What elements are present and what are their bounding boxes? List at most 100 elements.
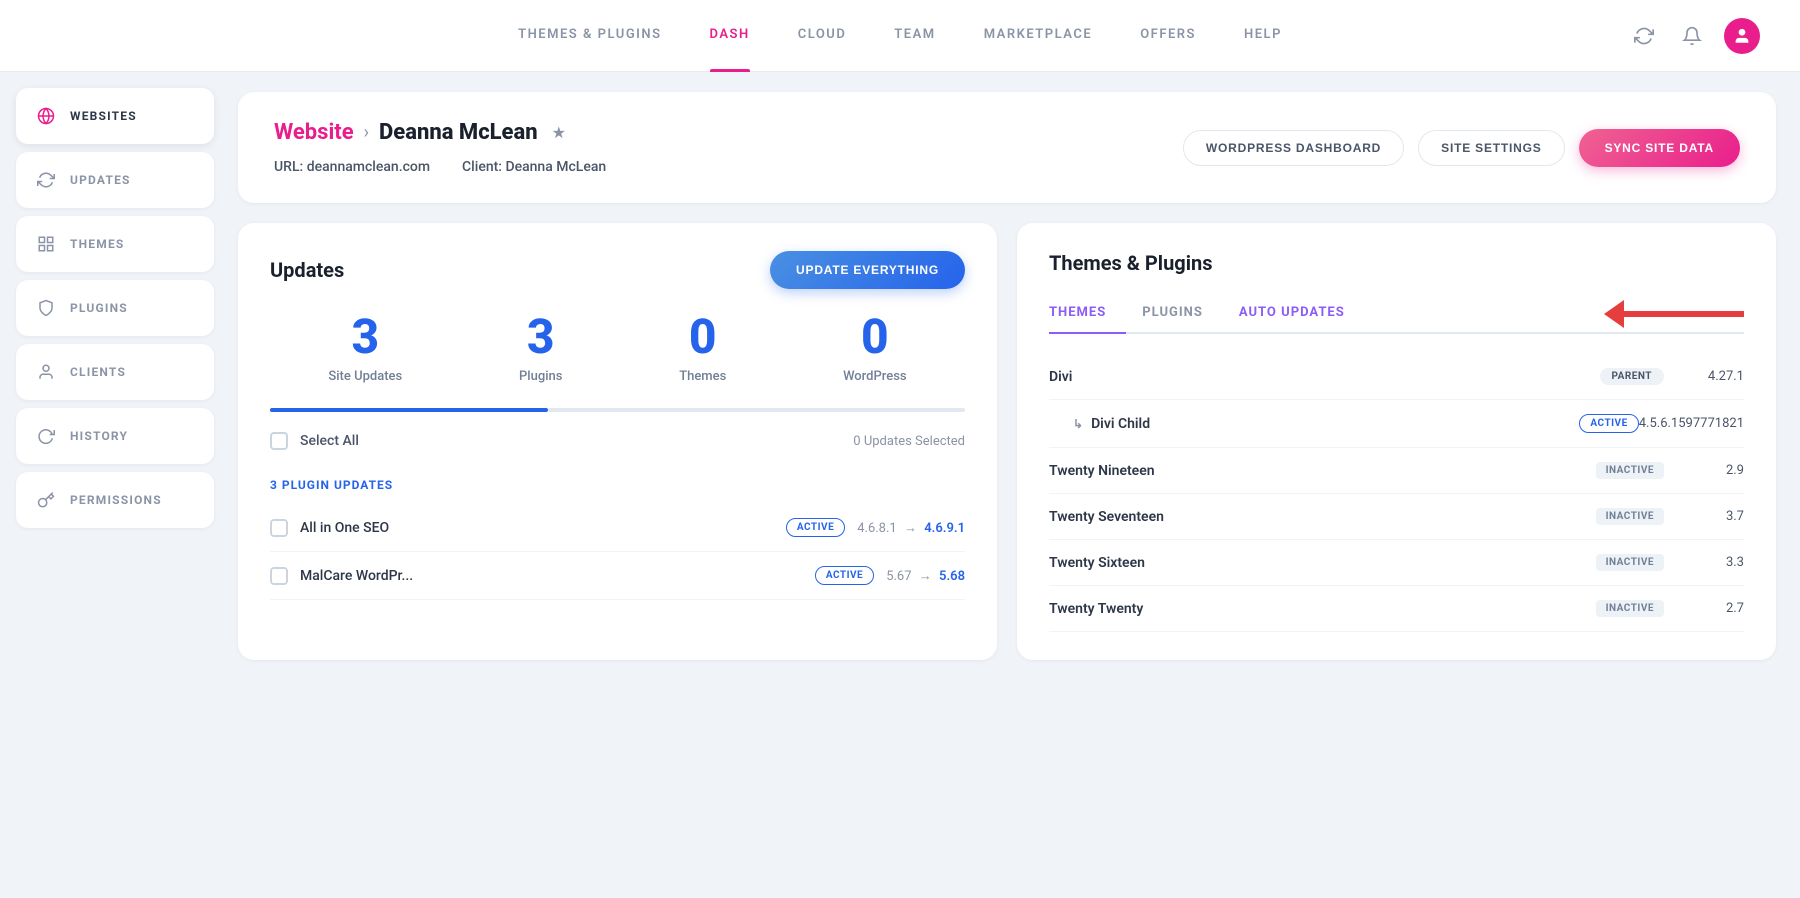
plugin-row-0: All in One SEO ACTIVE 4.6.8.1 → 4.6.9.1 [270, 504, 965, 552]
sidebar-item-websites[interactable]: WEBSITES [16, 88, 214, 144]
sync-site-data-button[interactable]: SYNC SITE DATA [1579, 129, 1740, 167]
page-header-right: WORDPRESS DASHBOARD SITE SETTINGS SYNC S… [1183, 129, 1740, 167]
sidebar-item-updates[interactable]: UPDATES [16, 152, 214, 208]
version-from-1: 5.67 [886, 569, 911, 584]
sidebar-item-clients[interactable]: CLIENTS [16, 344, 214, 400]
updates-count: 0 Updates Selected [853, 434, 965, 449]
version-to-1: 5.68 [939, 569, 965, 584]
theme-row-twenty-seventeen: Twenty Seventeen INACTIVE 3.7 [1049, 494, 1744, 540]
sidebar-item-plugins[interactable]: PLUGINS [16, 280, 214, 336]
client-meta: Client: Deanna McLean [462, 159, 606, 175]
theme-version-divi: 4.27.1 [1664, 369, 1744, 384]
notification-icon[interactable] [1676, 20, 1708, 52]
plugin-badge-1: ACTIVE [815, 566, 874, 585]
user-avatar[interactable] [1724, 18, 1760, 54]
update-everything-button[interactable]: UPDATE EVERYTHING [770, 251, 965, 289]
version-from-0: 4.6.8.1 [857, 521, 897, 536]
breadcrumb-current-page: Deanna McLean [379, 120, 538, 145]
breadcrumb-separator: › [364, 122, 369, 143]
nav-themes-plugins[interactable]: THEMES & PLUGINS [518, 0, 661, 71]
sidebar-label-plugins: PLUGINS [70, 301, 128, 315]
plugin-name-0: All in One SEO [300, 520, 774, 536]
tab-plugins[interactable]: PLUGINS [1142, 295, 1223, 332]
sidebar-label-themes: THEMES [70, 237, 125, 251]
progress-bar [270, 408, 965, 412]
nav-right [1628, 18, 1760, 54]
content-area: Website › Deanna McLean ★ URL: deannamcl… [230, 72, 1800, 848]
theme-name-divi-child: ↳ Divi Child [1049, 416, 1579, 432]
theme-badge-twenty-twenty: INACTIVE [1596, 600, 1664, 617]
version-arrow-1: → [919, 569, 935, 584]
theme-row-twenty-twenty: Twenty Twenty INACTIVE 2.7 [1049, 586, 1744, 632]
plugin-version-0: 4.6.8.1 → 4.6.9.1 [857, 520, 965, 536]
select-all-checkbox[interactable] [270, 432, 288, 450]
progress-fill [270, 408, 548, 412]
main-layout: WEBSITES UPDATES THEMES [0, 72, 1800, 848]
sidebar-item-permissions[interactable]: PERMISSIONS [16, 472, 214, 528]
sidebar-label-updates: UPDATES [70, 173, 131, 187]
sidebar-item-history[interactable]: HISTORY [16, 408, 214, 464]
red-arrow-indicator [1606, 300, 1744, 328]
select-all-left: Select All [270, 432, 359, 450]
nav-cloud[interactable]: CLOUD [798, 0, 847, 71]
stat-number-plugins: 3 [519, 313, 562, 361]
version-to-0: 4.6.9.1 [924, 521, 965, 536]
nav-offers[interactable]: OFFERS [1140, 0, 1196, 71]
stat-label-wordpress: WordPress [843, 369, 907, 384]
favorite-star-icon[interactable]: ★ [552, 123, 566, 142]
site-settings-button[interactable]: SITE SETTINGS [1418, 130, 1564, 166]
client-value: Deanna McLean [505, 159, 606, 175]
clients-icon [36, 362, 56, 382]
themes-plugins-panel: Themes & Plugins THEMES PLUGINS AUTO UPD… [1017, 223, 1776, 660]
theme-name-twenty-nineteen: Twenty Nineteen [1049, 463, 1596, 479]
plugin-name-1: MalCare WordPr... [300, 568, 803, 584]
theme-badge-divi-child: ACTIVE [1579, 414, 1638, 433]
version-arrow-0: → [904, 521, 920, 536]
url-value: deannamclean.com [307, 159, 430, 175]
refresh-icon[interactable] [1628, 20, 1660, 52]
sidebar-item-themes[interactable]: THEMES [16, 216, 214, 272]
theme-name-twenty-twenty: Twenty Twenty [1049, 601, 1596, 617]
theme-name-twenty-sixteen: Twenty Sixteen [1049, 555, 1596, 571]
themes-plugins-title: Themes & Plugins [1049, 251, 1744, 275]
nav-marketplace[interactable]: MARKETPLACE [984, 0, 1093, 71]
tab-auto-updates[interactable]: AUTO UPDATES [1239, 295, 1365, 332]
stat-label-site-updates: Site Updates [328, 369, 402, 384]
theme-version-divi-child: 4.5.6.1597771821 [1639, 416, 1744, 431]
sidebar-label-websites: WEBSITES [70, 109, 137, 123]
theme-row-divi: Divi PARENT 4.27.1 [1049, 354, 1744, 400]
breadcrumb-website[interactable]: Website [274, 120, 354, 145]
stat-wordpress: 0 WordPress [843, 313, 907, 384]
top-nav: THEMES & PLUGINS DASH CLOUD TEAM MARKETP… [0, 0, 1800, 72]
plugins-icon [36, 298, 56, 318]
arrow-head [1604, 300, 1624, 328]
updates-title: Updates [270, 258, 344, 282]
select-all-row: Select All 0 Updates Selected [270, 432, 965, 462]
nav-help[interactable]: HELP [1244, 0, 1282, 71]
nav-links: THEMES & PLUGINS DASH CLOUD TEAM MARKETP… [518, 0, 1282, 71]
updates-panel: Updates UPDATE EVERYTHING 3 Site Updates… [238, 223, 997, 660]
select-all-label[interactable]: Select All [300, 433, 359, 449]
permissions-icon [36, 490, 56, 510]
stat-themes: 0 Themes [679, 313, 726, 384]
plugin-checkbox-0[interactable] [270, 519, 288, 537]
client-label: Client: [462, 159, 502, 175]
wordpress-dashboard-button[interactable]: WORDPRESS DASHBOARD [1183, 130, 1404, 166]
plugin-checkbox-1[interactable] [270, 567, 288, 585]
updates-panel-header: Updates UPDATE EVERYTHING [270, 251, 965, 289]
tab-themes[interactable]: THEMES [1049, 295, 1126, 332]
sidebar-label-history: HISTORY [70, 429, 128, 443]
theme-name-twenty-seventeen: Twenty Seventeen [1049, 509, 1596, 525]
nav-dash[interactable]: DASH [710, 0, 750, 71]
theme-badge-twenty-nineteen: INACTIVE [1596, 462, 1664, 479]
plugin-updates-section-label: 3 PLUGIN UPDATES [270, 478, 965, 492]
themes-plugins-tabs: THEMES PLUGINS AUTO UPDATES [1049, 295, 1744, 334]
nav-team[interactable]: TEAM [894, 0, 935, 71]
url-label: URL: [274, 159, 303, 175]
theme-version-twenty-twenty: 2.7 [1664, 601, 1744, 616]
plugin-badge-0: ACTIVE [786, 518, 845, 537]
sidebar-label-permissions: PERMISSIONS [70, 493, 162, 507]
theme-badge-twenty-seventeen: INACTIVE [1596, 508, 1664, 525]
sidebar: WEBSITES UPDATES THEMES [0, 72, 230, 848]
stat-label-themes: Themes [679, 369, 726, 384]
